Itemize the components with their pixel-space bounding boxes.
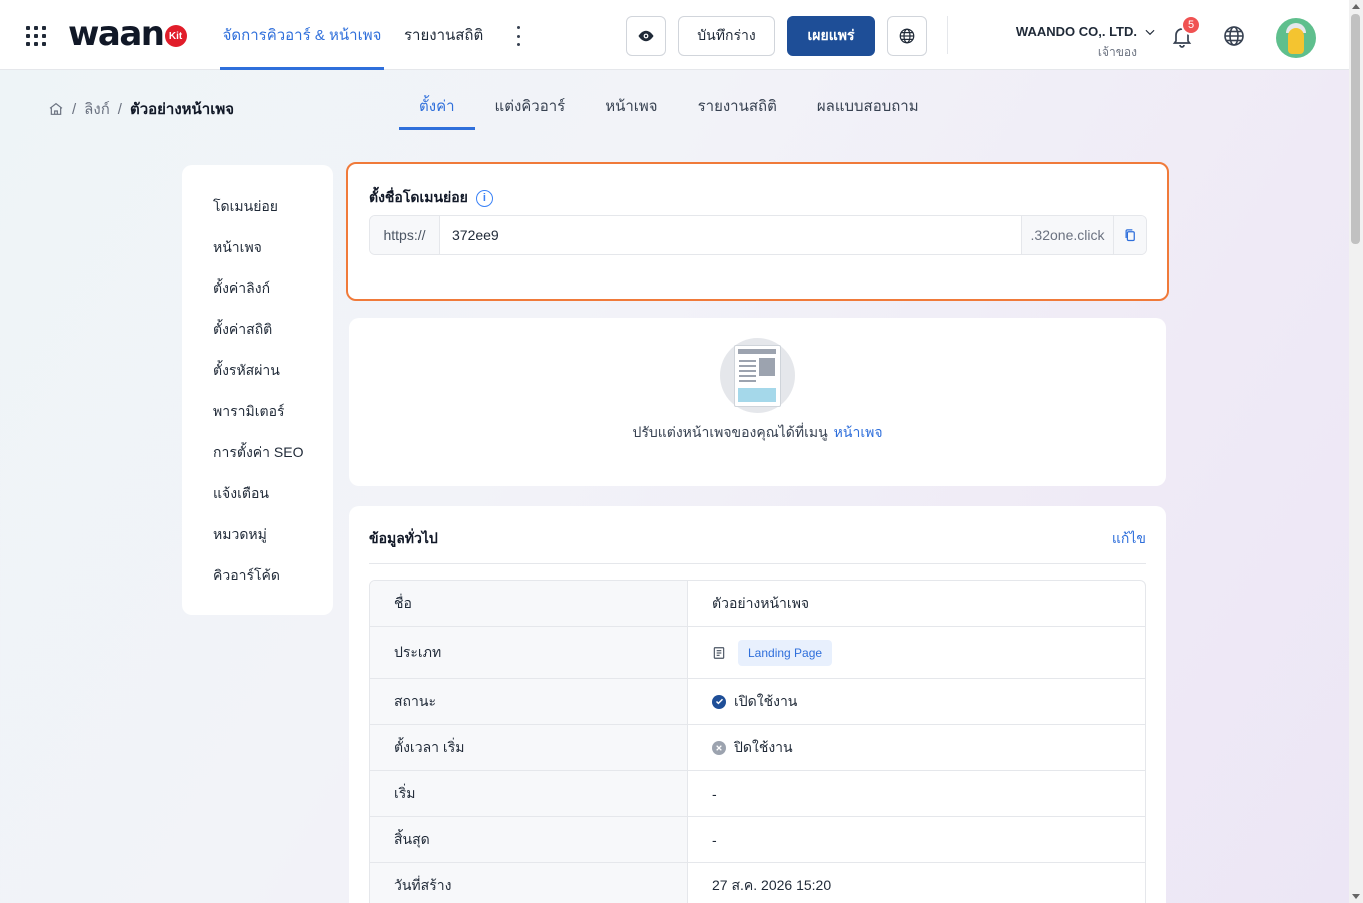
tab-statistics[interactable]: รายงานสถิติ bbox=[678, 86, 797, 130]
nav-statistics-report[interactable]: รายงานสถิติ bbox=[404, 0, 483, 70]
row-label: ตั้งเวลา เริ่ม bbox=[370, 725, 688, 770]
copy-url-button[interactable] bbox=[1113, 216, 1146, 254]
user-avatar[interactable] bbox=[1276, 18, 1316, 58]
sidebar-item-notifications[interactable]: แจ้งเตือน bbox=[182, 482, 333, 523]
breadcrumb-links[interactable]: ลิงก์ bbox=[84, 97, 110, 121]
breadcrumb-separator: / bbox=[72, 100, 77, 118]
row-value: ตัวอย่างหน้าเพจ bbox=[712, 594, 810, 611]
row-label: ประเภท bbox=[370, 627, 688, 678]
row-label: ชื่อ bbox=[370, 581, 688, 626]
divider bbox=[947, 16, 948, 54]
tab-qr-design[interactable]: แต่งคิวอาร์ bbox=[475, 86, 586, 130]
copy-icon bbox=[1125, 228, 1135, 241]
x-circle-icon bbox=[712, 740, 726, 755]
scroll-up-arrow-icon[interactable] bbox=[1352, 4, 1360, 9]
publish-button[interactable]: เผยแพร่ bbox=[787, 16, 875, 56]
sidebar-item-qr-code[interactable]: คิวอาร์โค้ด bbox=[182, 564, 333, 605]
company-switcher[interactable]: WAANDO CO,. LTD. เจ้าของ bbox=[1016, 24, 1157, 62]
table-row: เริ่ม - bbox=[370, 771, 1145, 817]
subdomain-card: ตั้งชื่อโดเมนย่อย i https:// .32one.clic… bbox=[346, 162, 1169, 301]
logo-badge: Kit bbox=[164, 25, 187, 47]
eye-icon bbox=[638, 30, 654, 42]
company-name: WAANDO CO,. LTD. bbox=[1015, 24, 1137, 39]
table-row: สถานะ เปิดใช้งาน bbox=[370, 679, 1145, 725]
scroll-thumb[interactable] bbox=[1351, 14, 1360, 244]
page-customize-card: ปรับแต่งหน้าเพจของคุณได้ที่เมนู หน้าเพจ bbox=[349, 318, 1166, 486]
row-value: - bbox=[712, 831, 717, 848]
table-row: วันที่สร้าง 27 ส.ค. 2026 15:20 bbox=[370, 863, 1145, 903]
row-value: 27 ส.ค. 2026 15:20 bbox=[712, 877, 832, 893]
scroll-down-arrow-icon[interactable] bbox=[1352, 894, 1360, 899]
nav-qr-and-pages[interactable]: จัดการคิวอาร์ & หน้าเพจ bbox=[220, 0, 384, 70]
row-label: สถานะ bbox=[370, 679, 688, 724]
check-circle-icon bbox=[712, 694, 726, 709]
preview-button[interactable] bbox=[626, 16, 666, 56]
general-info-card: ข้อมูลทั่วไป แก้ไข ชื่อ ตัวอย่างหน้าเพจ … bbox=[349, 506, 1166, 903]
logo-text: waan bbox=[68, 14, 165, 54]
subdomain-input[interactable] bbox=[440, 216, 1021, 254]
table-row: ชื่อ ตัวอย่างหน้าเพจ bbox=[370, 581, 1145, 627]
divider bbox=[369, 563, 1146, 564]
breadcrumb-separator: / bbox=[117, 100, 122, 118]
document-icon bbox=[713, 646, 725, 659]
url-prefix: https:// bbox=[370, 216, 440, 254]
row-value: - bbox=[712, 785, 717, 802]
page-scrollbar[interactable] bbox=[1349, 0, 1363, 903]
sidebar-item-password[interactable]: ตั้งรหัสผ่าน bbox=[182, 359, 333, 400]
sidebar-item-link-settings[interactable]: ตั้งค่าลิงก์ bbox=[182, 277, 333, 318]
company-role: เจ้าของ bbox=[1097, 45, 1137, 59]
apps-grid-icon[interactable] bbox=[26, 26, 46, 46]
more-menu-icon[interactable] bbox=[512, 26, 524, 46]
breadcrumb-current: ตัวอย่างหน้าเพจ bbox=[129, 101, 235, 118]
chevron-down-icon bbox=[1145, 29, 1155, 35]
notification-badge: 5 bbox=[1181, 15, 1201, 35]
globe-icon bbox=[899, 28, 915, 44]
sidebar-item-page[interactable]: หน้าเพจ bbox=[182, 236, 333, 277]
info-table: ชื่อ ตัวอย่างหน้าเพจ ประเภท Landing Page… bbox=[369, 580, 1146, 903]
save-draft-button[interactable]: บันทึกร่าง bbox=[678, 16, 775, 56]
home-icon[interactable] bbox=[48, 101, 64, 117]
tab-page[interactable]: หน้าเพจ bbox=[585, 86, 677, 130]
logo[interactable]: waan Kit bbox=[68, 14, 187, 54]
row-label: สิ้นสุด bbox=[370, 817, 688, 862]
tab-survey-results[interactable]: ผลแบบสอบถาม bbox=[797, 86, 939, 130]
row-label: วันที่สร้าง bbox=[370, 863, 688, 903]
subdomain-url-group: https:// .32one.click bbox=[369, 215, 1147, 255]
page-illustration-icon bbox=[720, 338, 795, 413]
breadcrumb: / ลิงก์ / ตัวอย่างหน้าเพจ bbox=[48, 97, 234, 121]
info-icon[interactable]: i bbox=[475, 189, 493, 207]
tab-settings[interactable]: ตั้งค่า bbox=[399, 86, 475, 130]
table-row: ประเภท Landing Page bbox=[370, 627, 1145, 679]
language-globe-icon[interactable] bbox=[1222, 24, 1246, 48]
sidebar-item-parameters[interactable]: พารามิเตอร์ bbox=[182, 400, 333, 441]
type-tag: Landing Page bbox=[738, 639, 833, 666]
table-row: สิ้นสุด - bbox=[370, 817, 1145, 863]
sidebar-item-seo[interactable]: การตั้งค่า SEO bbox=[182, 441, 333, 482]
status-value: เปิดใช้งาน bbox=[734, 692, 798, 709]
sidebar-item-subdomain[interactable]: โดเมนย่อย bbox=[182, 195, 333, 236]
table-row: ตั้งเวลา เริ่ม ปิดใช้งาน bbox=[370, 725, 1145, 771]
sidebar-item-categories[interactable]: หมวดหมู่ bbox=[182, 523, 333, 564]
page-hint-text: ปรับแต่งหน้าเพจของคุณได้ที่เมนู bbox=[632, 424, 828, 440]
page-menu-link[interactable]: หน้าเพจ bbox=[834, 424, 883, 440]
settings-side-menu: โดเมนย่อย หน้าเพจ ตั้งค่าลิงก์ ตั้งค่าสถ… bbox=[182, 165, 333, 615]
edit-button[interactable]: แก้ไข bbox=[1112, 528, 1146, 550]
top-bar: waan Kit จัดการคิวอาร์ & หน้าเพจ รายงานส… bbox=[0, 0, 1349, 70]
page-tabs: ตั้งค่า แต่งคิวอาร์ หน้าเพจ รายงานสถิติ … bbox=[399, 86, 939, 130]
url-suffix: .32one.click bbox=[1021, 216, 1113, 254]
row-label: เริ่ม bbox=[370, 771, 688, 816]
schedule-value: ปิดใช้งาน bbox=[734, 738, 793, 755]
general-info-title: ข้อมูลทั่วไป bbox=[369, 530, 438, 546]
subdomain-title: ตั้งชื่อโดเมนย่อย bbox=[369, 189, 468, 205]
open-link-button[interactable] bbox=[887, 16, 927, 56]
sidebar-item-stat-settings[interactable]: ตั้งค่าสถิติ bbox=[182, 318, 333, 359]
